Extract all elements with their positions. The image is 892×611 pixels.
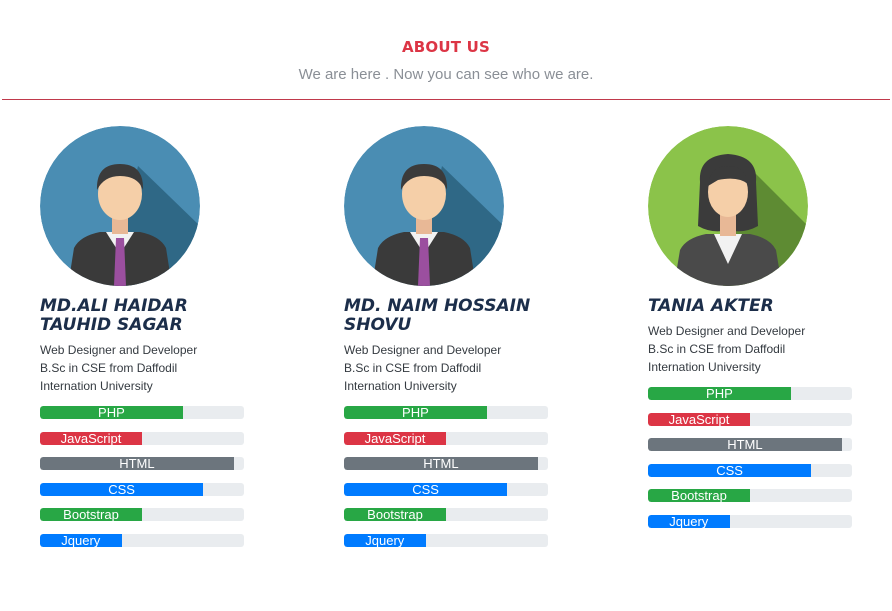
skill-bar-javascript: JavaScript: [344, 431, 548, 445]
header-divider: [2, 99, 890, 100]
member-name: MD.ALI HAIDAR TAUHID SAGAR: [40, 296, 188, 335]
member-role: Web Designer and Developer: [648, 324, 806, 338]
skill-bar-jquery: Jquery: [344, 533, 548, 547]
skill-bar-css: CSS: [648, 463, 852, 477]
member-degree: B.Sc in CSE from Daffodil: [648, 342, 786, 356]
skill-bar-javascript: JavaScript: [648, 412, 852, 426]
member-role: Web Designer and Developer: [40, 343, 198, 357]
female-avatar-icon: [648, 126, 808, 286]
member-name: TANIA AKTER: [648, 296, 774, 316]
skill-fill-bootstrap: Bootstrap: [344, 508, 446, 521]
member-description: Web Designer and Developer B.Sc in CSE f…: [344, 341, 534, 395]
skill-bar-bootstrap: Bootstrap: [344, 508, 548, 521]
member-university: Internation University: [344, 379, 457, 393]
skill-fill-css: CSS: [344, 482, 508, 496]
male-avatar-icon: [344, 126, 504, 286]
member-card: MD.ALI HAIDAR TAUHID SAGAR Web Designer …: [40, 126, 260, 559]
skill-bar-css: CSS: [40, 482, 244, 496]
member-role: Web Designer and Developer: [344, 343, 502, 357]
member-name: MD. NAIM HOSSAIN SHOVU: [344, 296, 531, 335]
skill-fill-php: PHP: [40, 406, 183, 419]
skill-fill-javascript: JavaScript: [344, 431, 446, 445]
skill-bar-html: HTML: [344, 457, 548, 470]
skill-bar-jquery: Jquery: [648, 514, 852, 528]
skill-list: PHP JavaScript HTML CSS Bootstrap Jquery: [648, 387, 868, 528]
member-university: Internation University: [648, 360, 761, 374]
skill-fill-html: HTML: [648, 438, 842, 451]
member-card: MD. NAIM HOSSAIN SHOVU Web Designer and …: [344, 126, 564, 559]
member-description: Web Designer and Developer B.Sc in CSE f…: [40, 341, 230, 395]
skill-bar-javascript: JavaScript: [40, 431, 244, 445]
skill-fill-javascript: JavaScript: [40, 431, 142, 445]
skill-fill-jquery: Jquery: [40, 533, 122, 547]
member-description: Web Designer and Developer B.Sc in CSE f…: [648, 322, 838, 376]
skill-fill-jquery: Jquery: [344, 533, 426, 547]
skill-list: PHP JavaScript HTML CSS Bootstrap Jquery: [40, 406, 260, 547]
skill-fill-css: CSS: [648, 463, 812, 477]
skill-bar-css: CSS: [344, 482, 548, 496]
skill-fill-php: PHP: [344, 406, 487, 419]
skill-bar-html: HTML: [648, 438, 852, 451]
member-university: Internation University: [40, 379, 153, 393]
skill-fill-css: CSS: [40, 482, 204, 496]
member-degree: B.Sc in CSE from Daffodil: [344, 361, 482, 375]
skill-bar-html: HTML: [40, 457, 244, 470]
skill-bar-php: PHP: [344, 406, 548, 419]
male-avatar-icon: [40, 126, 200, 286]
skill-bar-bootstrap: Bootstrap: [40, 508, 244, 521]
skill-bar-php: PHP: [40, 406, 244, 419]
section-title: ABOUT US: [401, 38, 490, 56]
skill-bar-php: PHP: [648, 387, 852, 400]
member-card: TANIA AKTER Web Designer and Developer B…: [648, 126, 868, 540]
skill-fill-javascript: JavaScript: [648, 412, 750, 426]
skill-list: PHP JavaScript HTML CSS Bootstrap Jquery: [344, 406, 564, 547]
skill-bar-bootstrap: Bootstrap: [648, 489, 852, 502]
skill-fill-bootstrap: Bootstrap: [40, 508, 142, 521]
skill-fill-php: PHP: [648, 387, 791, 400]
skill-fill-html: HTML: [344, 457, 538, 470]
skill-bar-jquery: Jquery: [40, 533, 244, 547]
skill-fill-bootstrap: Bootstrap: [648, 489, 750, 502]
member-degree: B.Sc in CSE from Daffodil: [40, 361, 178, 375]
section-subtitle: We are here . Now you can see who we are…: [298, 66, 594, 83]
skill-fill-html: HTML: [40, 457, 234, 470]
skill-fill-jquery: Jquery: [648, 514, 730, 528]
